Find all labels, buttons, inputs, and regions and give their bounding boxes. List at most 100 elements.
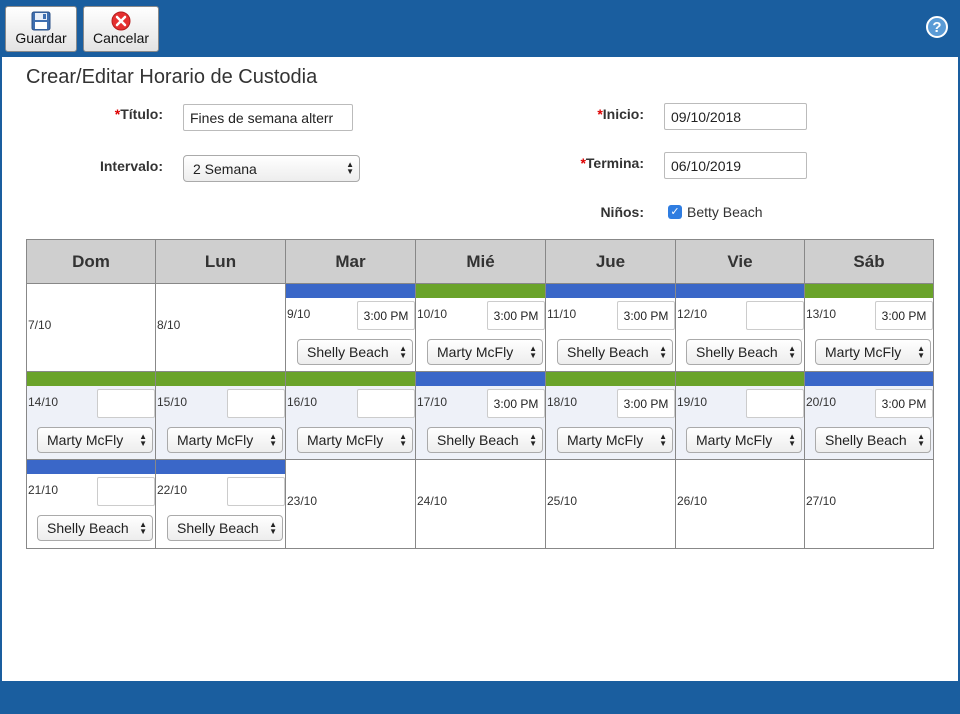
exchange-time-input[interactable]: 3:00 PM bbox=[357, 301, 415, 330]
select-arrows-icon: ▲ ▼ bbox=[269, 520, 277, 536]
parent-select[interactable]: Marty McFly ▲ ▼ bbox=[815, 339, 931, 365]
calendar-day-cell[interactable]: 9/10 3:00 PM Shelly Beach ▲ ▼ bbox=[286, 284, 416, 371]
select-arrows-icon: ▲ ▼ bbox=[399, 344, 407, 360]
custody-parent-band bbox=[416, 284, 545, 298]
save-button[interactable]: Guardar bbox=[5, 6, 77, 52]
day-date: 19/10 bbox=[677, 395, 708, 409]
calendar-day-cell[interactable]: 16/10 Marty McFly ▲ ▼ bbox=[286, 372, 416, 459]
parent-select[interactable]: Shelly Beach ▲ ▼ bbox=[167, 515, 283, 541]
cancel-icon bbox=[111, 11, 131, 34]
custody-parent-band bbox=[546, 284, 675, 298]
day-date: 21/10 bbox=[28, 483, 59, 497]
calendar-day-cell[interactable]: 20/10 3:00 PM Shelly Beach ▲ ▼ bbox=[805, 372, 933, 459]
custody-parent-band bbox=[156, 372, 285, 386]
parent-select[interactable]: Shelly Beach ▲ ▼ bbox=[557, 339, 673, 365]
parent-select-value: Marty McFly bbox=[696, 432, 773, 448]
calendar-day-cell[interactable]: 14/10 Marty McFly ▲ ▼ bbox=[27, 372, 156, 459]
parent-select-value: Shelly Beach bbox=[567, 344, 649, 360]
calendar-day-cell[interactable]: 13/10 3:00 PM Marty McFly ▲ ▼ bbox=[805, 284, 933, 371]
day-header: Sáb bbox=[805, 240, 933, 284]
calendar-day-cell[interactable]: 11/10 3:00 PM Shelly Beach ▲ ▼ bbox=[546, 284, 676, 371]
exchange-time-input[interactable]: 3:00 PM bbox=[875, 389, 933, 418]
parent-select[interactable]: Shelly Beach ▲ ▼ bbox=[297, 339, 413, 365]
custody-parent-band bbox=[546, 372, 675, 386]
select-arrows-icon: ▲ ▼ bbox=[788, 344, 796, 360]
calendar-day-cell[interactable]: 8/10 bbox=[156, 284, 286, 371]
calendar-day-cell[interactable]: 23/10 bbox=[286, 460, 416, 548]
child-checkbox[interactable]: ✓ bbox=[668, 205, 682, 219]
intervalo-value: 2 Semana bbox=[193, 160, 257, 177]
exchange-time-input[interactable] bbox=[357, 389, 415, 418]
exchange-time-input[interactable] bbox=[227, 477, 285, 506]
exchange-time-input[interactable] bbox=[746, 301, 804, 330]
exchange-time-input[interactable] bbox=[97, 389, 155, 418]
calendar-day-cell[interactable]: 17/10 3:00 PM Shelly Beach ▲ ▼ bbox=[416, 372, 546, 459]
parent-select[interactable]: Marty McFly ▲ ▼ bbox=[427, 339, 543, 365]
day-date: 15/10 bbox=[157, 395, 188, 409]
calendar-day-cell[interactable]: 26/10 bbox=[676, 460, 805, 548]
day-header: Dom bbox=[27, 240, 156, 284]
calendar-day-cell[interactable]: 25/10 bbox=[546, 460, 676, 548]
parent-select-value: Shelly Beach bbox=[47, 520, 129, 536]
termina-input[interactable]: 06/10/2019 bbox=[664, 152, 807, 179]
exchange-time-input[interactable] bbox=[97, 477, 155, 506]
custody-parent-band bbox=[286, 284, 415, 298]
parent-select-value: Marty McFly bbox=[307, 432, 384, 448]
exchange-time-input[interactable]: 3:00 PM bbox=[875, 301, 933, 330]
custody-parent-band bbox=[27, 372, 155, 386]
parent-select[interactable]: Marty McFly ▲ ▼ bbox=[557, 427, 673, 453]
day-header: Lun bbox=[156, 240, 286, 284]
calendar-day-cell[interactable]: 10/10 3:00 PM Marty McFly ▲ ▼ bbox=[416, 284, 546, 371]
parent-select[interactable]: Marty McFly ▲ ▼ bbox=[686, 427, 802, 453]
inicio-input[interactable]: 09/10/2018 bbox=[664, 103, 807, 130]
titulo-input[interactable]: Fines de semana alterr bbox=[183, 104, 353, 131]
day-header: Mar bbox=[286, 240, 416, 284]
intervalo-select[interactable]: 2 Semana ▲ ▼ bbox=[183, 155, 360, 182]
calendar-day-cell[interactable]: 24/10 bbox=[416, 460, 546, 548]
parent-select-value: Marty McFly bbox=[437, 344, 514, 360]
parent-select[interactable]: Marty McFly ▲ ▼ bbox=[167, 427, 283, 453]
day-header: Vie bbox=[676, 240, 805, 284]
select-arrows-icon: ▲ ▼ bbox=[917, 432, 925, 448]
ninos-label: Niños: bbox=[600, 204, 644, 220]
toolbar: Guardar Cancelar ? bbox=[0, 0, 960, 57]
intervalo-label: Intervalo: bbox=[99, 158, 163, 174]
parent-select[interactable]: Shelly Beach ▲ ▼ bbox=[427, 427, 543, 453]
day-date: 10/10 bbox=[417, 307, 448, 321]
exchange-time-input[interactable] bbox=[227, 389, 285, 418]
day-date: 8/10 bbox=[157, 318, 181, 332]
day-date: 26/10 bbox=[677, 494, 708, 508]
cancel-button[interactable]: Cancelar bbox=[83, 6, 159, 52]
parent-select[interactable]: Shelly Beach ▲ ▼ bbox=[815, 427, 931, 453]
day-date: 14/10 bbox=[28, 395, 59, 409]
parent-select[interactable]: Marty McFly ▲ ▼ bbox=[37, 427, 153, 453]
calendar-day-cell[interactable]: 12/10 Shelly Beach ▲ ▼ bbox=[676, 284, 805, 371]
calendar-day-cell[interactable]: 21/10 Shelly Beach ▲ ▼ bbox=[27, 460, 156, 548]
parent-select-value: Marty McFly bbox=[177, 432, 254, 448]
parent-select[interactable]: Shelly Beach ▲ ▼ bbox=[37, 515, 153, 541]
exchange-time-input[interactable]: 3:00 PM bbox=[487, 301, 545, 330]
day-date: 12/10 bbox=[677, 307, 708, 321]
parent-select-value: Marty McFly bbox=[47, 432, 124, 448]
select-arrows-icon: ▲ ▼ bbox=[659, 432, 667, 448]
calendar-day-cell[interactable]: 7/10 bbox=[27, 284, 156, 371]
exchange-time-input[interactable]: 3:00 PM bbox=[617, 301, 675, 330]
parent-select-value: Marty McFly bbox=[825, 344, 902, 360]
select-arrows-icon: ▲ ▼ bbox=[917, 344, 925, 360]
calendar-day-cell[interactable]: 27/10 bbox=[805, 460, 933, 548]
calendar-day-cell[interactable]: 22/10 Shelly Beach ▲ ▼ bbox=[156, 460, 286, 548]
custody-calendar: Dom Lun Mar Mié Jue Vie Sáb 7/10 8/10 9/10 3:00 P… bbox=[26, 239, 934, 549]
calendar-day-cell[interactable]: 19/10 Marty McFly ▲ ▼ bbox=[676, 372, 805, 459]
help-icon[interactable]: ? bbox=[926, 16, 948, 38]
floppy-disk-icon bbox=[31, 11, 51, 34]
day-date: 23/10 bbox=[287, 494, 318, 508]
day-date: 17/10 bbox=[417, 395, 448, 409]
calendar-day-cell[interactable]: 18/10 3:00 PM Marty McFly ▲ ▼ bbox=[546, 372, 676, 459]
exchange-time-input[interactable]: 3:00 PM bbox=[617, 389, 675, 418]
calendar-day-cell[interactable]: 15/10 Marty McFly ▲ ▼ bbox=[156, 372, 286, 459]
day-header: Mié bbox=[416, 240, 546, 284]
exchange-time-input[interactable]: 3:00 PM bbox=[487, 389, 545, 418]
parent-select[interactable]: Marty McFly ▲ ▼ bbox=[297, 427, 413, 453]
exchange-time-input[interactable] bbox=[746, 389, 804, 418]
parent-select[interactable]: Shelly Beach ▲ ▼ bbox=[686, 339, 802, 365]
